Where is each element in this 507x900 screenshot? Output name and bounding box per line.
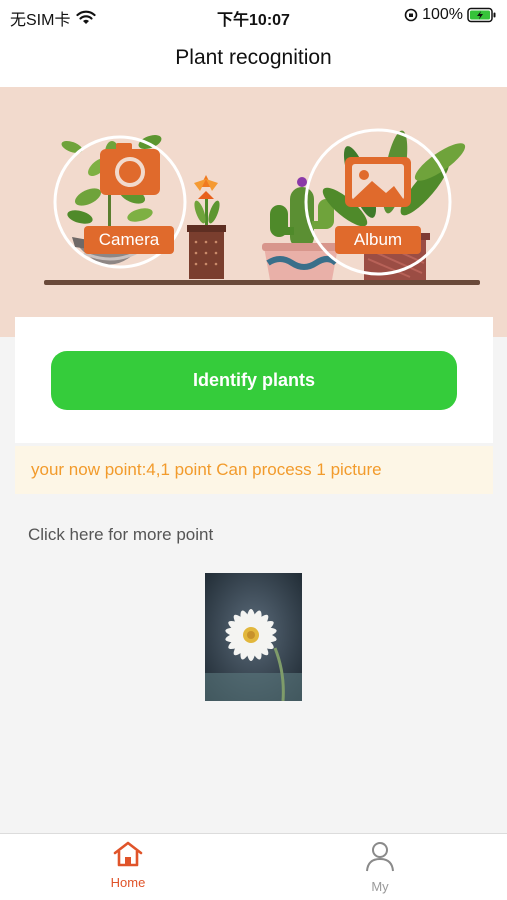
shelf [44, 280, 480, 285]
page-title: Plant recognition [175, 46, 332, 69]
album-button[interactable]: Album [335, 226, 421, 254]
camera-label: Camera [98, 230, 160, 249]
hero-banner: Camera Album [0, 87, 507, 337]
album-icon [345, 157, 411, 207]
battery-percent: 100% [422, 6, 463, 23]
home-icon [113, 841, 143, 867]
person-icon [366, 842, 394, 872]
plants-illustration [44, 128, 480, 285]
battery-icon [467, 7, 496, 23]
identify-plants-button[interactable]: Identify plants [51, 351, 457, 410]
tab-home-label: Home [110, 875, 146, 890]
orientation-lock-icon [404, 8, 418, 22]
status-right: 100% [404, 6, 497, 24]
flower-plant [187, 175, 226, 279]
more-points-link[interactable]: Click here for more point [28, 525, 213, 545]
points-notice: your now point:4,1 point Can process 1 p… [15, 446, 493, 494]
tab-my[interactable]: My [340, 840, 420, 894]
tab-my-label: My [371, 879, 389, 894]
nav-bar: Plant recognition [0, 30, 507, 87]
flower-thumbnail[interactable] [205, 573, 302, 701]
identify-card: Identify plants [15, 317, 493, 443]
status-bar: 无SIM卡 下午10:07 100% [0, 0, 507, 30]
camera-button[interactable]: Camera [84, 226, 174, 254]
daisy-image [205, 573, 302, 701]
points-text: your now point:4,1 point Can process 1 p… [31, 460, 382, 479]
album-label: Album [353, 230, 403, 249]
tab-bar: Home My [0, 833, 507, 900]
tab-home[interactable]: Home [88, 840, 168, 890]
camera-icon [100, 143, 160, 195]
